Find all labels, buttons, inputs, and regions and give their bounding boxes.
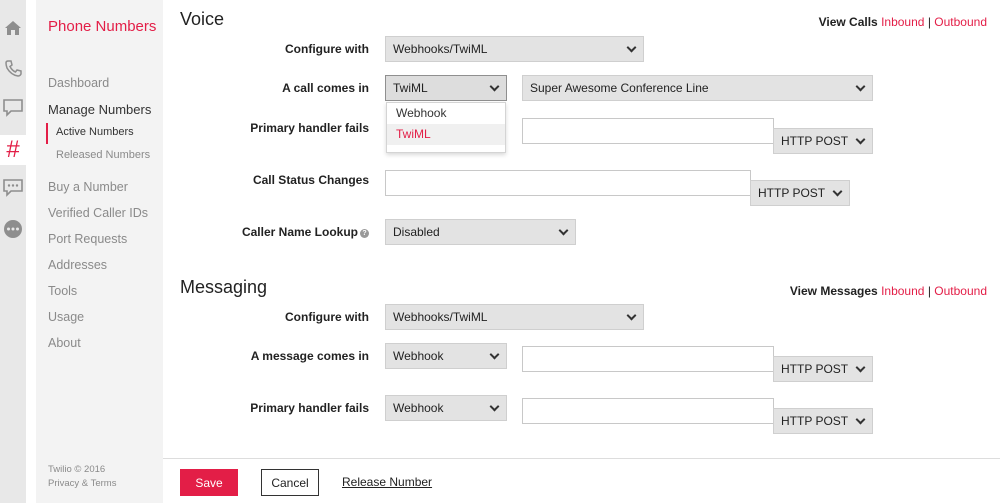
messaging-primary-fails-label: Primary handler fails	[250, 401, 369, 415]
caller-name-lookup-value: Disabled	[393, 225, 440, 239]
view-calls-inbound-link[interactable]: Inbound	[881, 15, 924, 29]
voice-primary-fails-label: Primary handler fails	[250, 121, 369, 135]
caller-name-lookup-select[interactable]: Disabled	[385, 219, 576, 245]
voice-primary-fails-method-value: HTTP POST	[781, 134, 849, 148]
sidebar-item-addresses[interactable]: Addresses	[48, 258, 107, 272]
messaging-configure-select[interactable]: Webhooks/TwiML	[385, 304, 644, 330]
voice-primary-fails-method-select[interactable]: HTTP POST	[773, 128, 873, 154]
message-method-select[interactable]: HTTP POST	[773, 356, 873, 382]
messaging-primary-fails-method-select[interactable]: HTTP POST	[773, 408, 873, 434]
message-comes-in-value: Webhook	[393, 349, 444, 363]
view-messages-links: View Messages Inbound | Outbound	[790, 284, 987, 298]
sidebar-item-dashboard[interactable]: Dashboard	[48, 76, 109, 90]
sidebar: Phone Numbers Dashboard Manage Numbers A…	[36, 0, 163, 503]
call-target-select[interactable]: Super Awesome Conference Line	[522, 75, 873, 101]
chevron-down-icon	[489, 401, 500, 411]
chevron-down-icon	[489, 81, 500, 91]
sidebar-item-port-requests[interactable]: Port Requests	[48, 232, 127, 246]
sidebar-subitem-active-numbers[interactable]: Active Numbers	[56, 126, 134, 138]
message-method-value: HTTP POST	[781, 362, 849, 376]
dropdown-option-webhook[interactable]: Webhook	[387, 103, 505, 124]
call-comes-in-dropdown: Webhook TwiML	[386, 102, 506, 153]
chevron-down-icon	[489, 349, 500, 359]
view-messages-label: View Messages	[789, 284, 878, 298]
messaging-primary-fails-value: Webhook	[393, 401, 444, 415]
sidebar-item-verified-caller-ids[interactable]: Verified Caller IDs	[48, 206, 148, 220]
link-separator: |	[927, 284, 931, 298]
help-icon[interactable]: ?	[360, 229, 369, 238]
call-comes-in-label: A call comes in	[282, 81, 369, 95]
voice-title: Voice	[180, 9, 225, 29]
voice-configure-label: Configure with	[285, 42, 369, 56]
phone-icon[interactable]	[0, 53, 26, 83]
chevron-down-icon	[626, 310, 637, 320]
messaging-primary-fails-select[interactable]: Webhook	[385, 395, 507, 421]
hash-icon[interactable]: #	[0, 135, 26, 165]
more-icon[interactable]	[0, 214, 26, 244]
link-separator: |	[927, 15, 931, 29]
messaging-primary-fails-method-value: HTTP POST	[781, 414, 849, 428]
caller-name-lookup-label: Caller Name Lookup?	[242, 225, 369, 239]
release-number-link[interactable]: Release Number	[342, 475, 432, 489]
sidebar-item-about[interactable]: About	[48, 336, 81, 350]
chevron-down-icon	[626, 42, 637, 52]
message-comes-in-select[interactable]: Webhook	[385, 343, 507, 369]
chat-icon[interactable]	[0, 93, 26, 123]
copyright-text: Twilio © 2016	[48, 464, 106, 475]
cancel-button[interactable]: Cancel	[261, 469, 319, 496]
chevron-down-icon	[855, 134, 866, 144]
call-comes-in-value: TwiML	[393, 81, 428, 95]
voice-configure-value: Webhooks/TwiML	[393, 42, 488, 56]
message-comes-in-label: A message comes in	[250, 349, 369, 363]
rail-gap	[26, 0, 36, 503]
messaging-primary-fails-url-input[interactable]	[522, 398, 774, 424]
view-calls-links: View Calls Inbound | Outbound	[819, 15, 987, 29]
call-status-method-value: HTTP POST	[758, 186, 826, 200]
call-status-method-select[interactable]: HTTP POST	[750, 180, 850, 206]
dropdown-option-twiml[interactable]: TwiML	[387, 124, 505, 145]
messaging-configure-label: Configure with	[285, 310, 369, 324]
chevron-down-icon	[855, 362, 866, 372]
sidebar-title: Phone Numbers	[48, 18, 157, 35]
sidebar-item-buy-number[interactable]: Buy a Number	[48, 180, 128, 194]
privacy-terms-link[interactable]: Privacy & Terms	[48, 478, 116, 489]
chevron-down-icon	[855, 414, 866, 424]
icon-rail: #	[0, 0, 26, 503]
sidebar-item-usage[interactable]: Usage	[48, 310, 84, 324]
sidebar-item-manage-numbers[interactable]: Manage Numbers	[48, 102, 151, 117]
view-calls-label: View Calls	[818, 15, 878, 29]
sidebar-item-tools[interactable]: Tools	[48, 284, 77, 298]
active-marker	[46, 123, 48, 144]
call-comes-in-select[interactable]: TwiML	[385, 75, 507, 101]
chevron-down-icon	[855, 81, 866, 91]
caller-name-lookup-text: Caller Name Lookup	[241, 225, 358, 239]
view-calls-outbound-link[interactable]: Outbound	[934, 15, 987, 29]
voice-configure-select[interactable]: Webhooks/TwiML	[385, 36, 644, 62]
messaging-configure-value: Webhooks/TwiML	[393, 310, 488, 324]
message-url-input[interactable]	[522, 346, 774, 372]
messaging-title: Messaging	[180, 277, 268, 297]
call-status-url-input[interactable]	[385, 170, 751, 196]
view-messages-outbound-link[interactable]: Outbound	[934, 284, 987, 298]
call-target-value: Super Awesome Conference Line	[530, 81, 709, 95]
view-messages-inbound-link[interactable]: Inbound	[881, 284, 924, 298]
message-dots-icon[interactable]	[0, 173, 26, 203]
save-button[interactable]: Save	[180, 469, 238, 496]
voice-primary-fails-url-input[interactable]	[522, 118, 774, 144]
home-icon[interactable]	[0, 13, 26, 43]
chevron-down-icon	[558, 225, 569, 235]
sidebar-subitem-released-numbers[interactable]: Released Numbers	[56, 149, 150, 161]
chevron-down-icon	[832, 186, 843, 196]
call-status-label: Call Status Changes	[252, 173, 369, 187]
